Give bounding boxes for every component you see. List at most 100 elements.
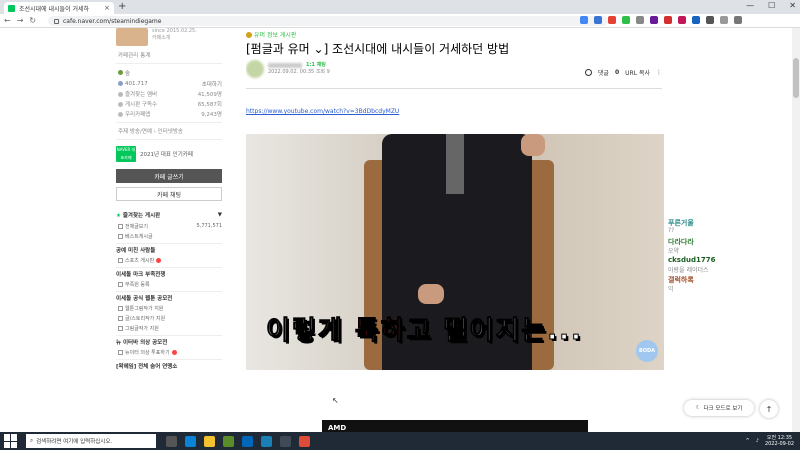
extension-blue-icon[interactable] [692, 16, 700, 24]
extension-m-icon[interactable] [678, 16, 686, 24]
mouse-cursor-icon: ↖ [332, 396, 339, 405]
cafe-logo[interactable] [116, 28, 148, 46]
board-section: 공예 미친 사람들 [116, 243, 222, 255]
stat-row: 즐겨찾는 멤버 41,509명 [116, 89, 222, 99]
forward-button[interactable]: → [17, 16, 24, 25]
divider [116, 139, 222, 140]
board-label: 뉴이터 의상 투표하기 [125, 349, 170, 356]
board-item[interactable]: 부족원 등록 [116, 279, 222, 289]
breadcrumb[interactable]: 유머 정보 게시판 [246, 30, 296, 39]
board-label: 웹툰그림작가 지원 [125, 305, 164, 312]
windows-start-icon[interactable] [4, 434, 18, 448]
badge-label[interactable]: 2021년 대표 인기카페 [140, 150, 193, 158]
volume-icon[interactable]: ♪ [756, 438, 759, 444]
board-item[interactable]: 그림글작가 지원 [116, 323, 222, 333]
video-subtitle: 이렇게 툭하고 떨어지는... [266, 310, 583, 347]
more-options-icon[interactable]: ⋮ [656, 69, 662, 76]
stat-row: 게시판 구독수 65,587회 [116, 99, 222, 109]
tab-active[interactable]: 조선시대에 내시들이 거세하 × [4, 2, 114, 14]
level-row: 숲 [116, 67, 222, 78]
author-info: 1:1 채팅 2022.09.02. 00:35 조회 9 [246, 60, 330, 78]
page-scrollbar[interactable] [792, 28, 800, 432]
chrome-icon[interactable] [299, 435, 310, 447]
breadcrumb-label: 유머 정보 게시판 [254, 32, 297, 39]
chat-message: ?? [668, 227, 675, 234]
stats-link[interactable]: 통계 [140, 51, 150, 59]
tray-icon[interactable]: ^ [746, 438, 750, 444]
system-tray: ^ ♪ 오전 12:35 2022-09-02 [746, 435, 794, 447]
stat-label: 우리카페앱 [125, 112, 151, 118]
scroll-to-top-button[interactable]: ↑ [760, 400, 778, 418]
store-icon[interactable] [242, 435, 253, 447]
share-icon[interactable] [580, 16, 588, 24]
manage-link[interactable]: 카페관리 [118, 51, 138, 59]
topic-row[interactable]: 주제 방송/연예 › 인터넷방송 [116, 126, 222, 136]
task-view-icon[interactable] [166, 435, 177, 447]
favorites-title: 즐겨찾는 게시판 [122, 213, 161, 219]
maximize-button[interactable]: ☐ [768, 1, 775, 10]
invite-link[interactable]: 초대하기 [202, 80, 222, 88]
edge-icon[interactable] [185, 435, 196, 447]
folder-icon[interactable] [204, 435, 215, 447]
stat-value: 9,243명 [201, 112, 222, 118]
extension-green-icon[interactable] [622, 16, 630, 24]
scrollbar-thumb[interactable] [793, 58, 799, 98]
board-item[interactable]: 글/스토리작가 지원 [116, 313, 222, 323]
comment-label[interactable]: 댓글 [598, 68, 609, 77]
back-button[interactable]: ← [4, 16, 11, 25]
divider [116, 63, 222, 64]
extension-gray-icon[interactable] [636, 16, 644, 24]
puzzle-icon[interactable] [706, 16, 714, 24]
board-icon [118, 281, 123, 287]
chat-user: 다라다라 [668, 238, 694, 246]
app-icon[interactable] [280, 435, 291, 447]
minecraft-icon[interactable] [223, 435, 234, 447]
ad-banner[interactable]: AMD [322, 420, 588, 432]
url-copy-button[interactable]: URL 복사 [625, 68, 650, 77]
write-post-button[interactable]: 카페 글쓰기 [116, 169, 222, 183]
chat-link[interactable]: 1:1 채팅 [306, 62, 326, 69]
address-bar[interactable]: cafe.naver.com/steamindiegame [48, 16, 608, 26]
board-item[interactable]: 스포츠 게시판 [116, 255, 222, 265]
board-item[interactable]: 뉴이터 의상 투표하기 [116, 347, 222, 357]
author-name-blurred[interactable] [268, 63, 302, 68]
extension-red2-icon[interactable] [664, 16, 672, 24]
minimize-button[interactable]: — [746, 1, 754, 10]
extension-red-icon[interactable] [608, 16, 616, 24]
comment-icon[interactable] [584, 69, 592, 76]
subtitle-part: 떨어지는... [443, 316, 583, 347]
clock[interactable]: 오전 12:35 2022-09-02 [765, 435, 794, 447]
stat-icon [118, 111, 123, 117]
browser-toolbar: ← → ↻ cafe.naver.com/steamindiegame [0, 14, 800, 28]
chevron-down-icon[interactable]: ▼ [218, 212, 222, 218]
cafe-intro-link[interactable]: 카페소개 [152, 35, 197, 42]
since-text: since 2015.02.25. [152, 28, 197, 34]
board-label: 부족원 등록 [125, 281, 150, 288]
new-tab-button[interactable]: + [118, 1, 126, 12]
profile-icon[interactable] [720, 16, 728, 24]
reload-button[interactable]: ↻ [29, 16, 36, 25]
menu-icon[interactable] [734, 16, 742, 24]
cafe-chat-button[interactable]: 카페 채팅 [116, 187, 222, 201]
user-icon [118, 81, 123, 86]
avatar[interactable] [246, 60, 264, 78]
board-item[interactable]: 베스트게시글 [116, 231, 222, 241]
tab-close-icon[interactable]: × [104, 4, 110, 12]
chat-message: 익 [668, 286, 674, 293]
board-item[interactable]: 웹툰그림작가 지원 [116, 303, 222, 313]
subtitle-highlight: 툭하고 [354, 316, 444, 347]
star-icon[interactable] [594, 16, 602, 24]
nav-buttons: ← → ↻ [4, 16, 36, 25]
youtube-link[interactable]: https://www.youtube.com/watch?v=3BdDbcdy… [246, 108, 399, 115]
taskbar-search[interactable]: ⌕ 검색하려면 여기에 입력하십시오. [26, 434, 156, 448]
author-meta: 1:1 채팅 2022.09.02. 00:35 조회 9 [268, 62, 330, 76]
tab-title: 조선시대에 내시들이 거세하 [19, 5, 90, 13]
video-thumbnail[interactable]: 이렇게 툭하고 떨어지는... BODA [246, 134, 664, 370]
new-badge-icon [156, 257, 162, 263]
dark-mode-button[interactable]: ☾ 다크 모드로 보기 [684, 400, 754, 416]
vscode-icon[interactable] [261, 435, 272, 447]
manage-row: 카페관리 통계 [116, 50, 222, 60]
close-window-button[interactable]: ✕ [789, 1, 796, 10]
board-item[interactable]: 전체글보기 5,771,571 [116, 221, 222, 231]
extension-v-icon[interactable] [650, 16, 658, 24]
